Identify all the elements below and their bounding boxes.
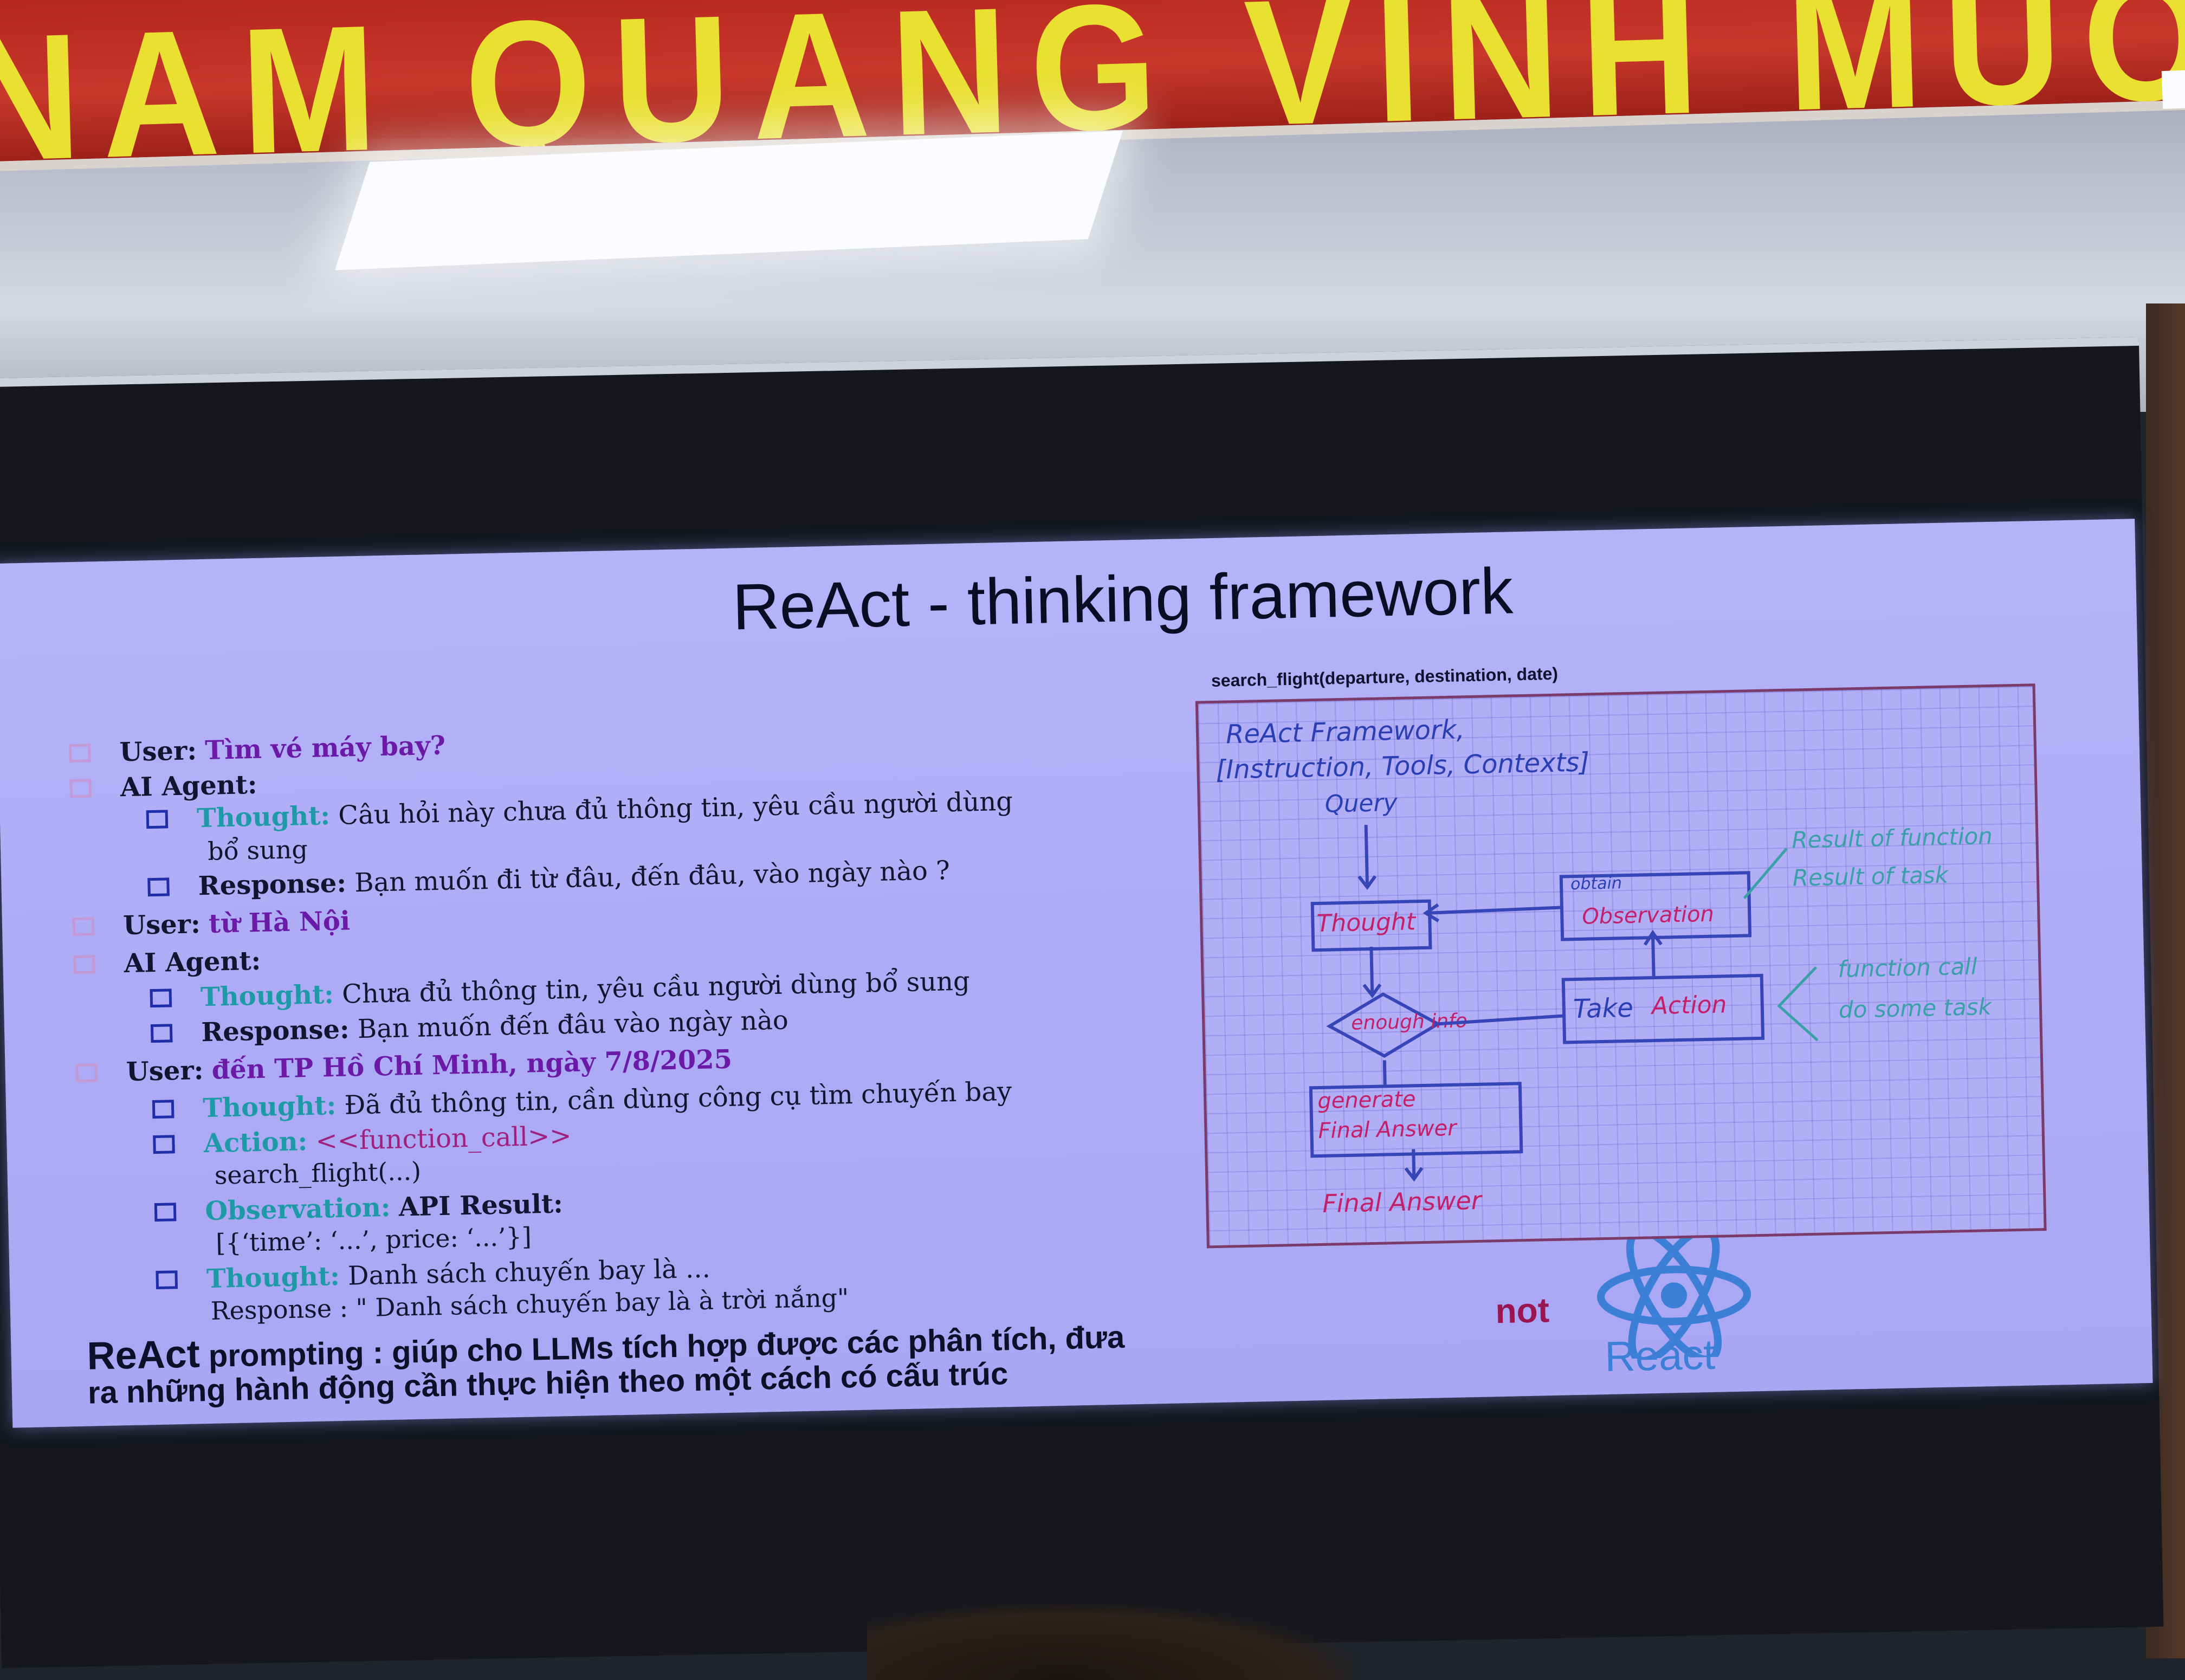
list-item-action: Action: <<function_call>> <box>153 1121 572 1160</box>
list-item-user-3: User: đến TP Hồ Chí Minh, ngày 7/8/2025 <box>75 1044 733 1088</box>
checkbox-icon <box>147 877 170 896</box>
checkbox-icon <box>73 954 95 974</box>
checkbox-icon <box>154 1202 177 1222</box>
list-item-user-2: User: từ Hà Nội <box>72 906 351 942</box>
list-item-observation: Observation: API Result: <box>154 1188 564 1227</box>
checkbox-icon <box>150 1023 173 1043</box>
react-logo-label: React <box>1604 1330 1716 1381</box>
thought-1-continued: bổ sung <box>207 835 308 866</box>
slide-title: ReAct - thinking framework <box>732 554 1514 644</box>
checkbox-icon <box>68 743 91 763</box>
diagram-arrows <box>1357 825 1819 1182</box>
diagram-caption: search_flight(departure, destination, da… <box>1211 663 1559 691</box>
checkbox-icon <box>152 1099 174 1119</box>
list-item-response-2: Response: Bạn muốn đến đâu vào ngày nào <box>150 1005 789 1049</box>
presentation-slide: ReAct - thinking framework User: Tìm vé … <box>0 519 2153 1428</box>
list-item-user-1: User: Tìm vé máy bay? <box>68 731 446 769</box>
audience-heads <box>867 1604 1355 1680</box>
checkbox-icon <box>72 916 95 936</box>
action-continued: search_flight(...) <box>214 1156 422 1190</box>
whiteboard-diagram: ReAct Framework, [Instruction, Tools, Co… <box>1195 683 2047 1249</box>
list-item-agent-1: AI Agent: <box>69 770 257 804</box>
checkbox-icon <box>150 988 172 1007</box>
list-item-agent-2: AI Agent: <box>73 946 261 980</box>
not-label: not <box>1495 1290 1550 1331</box>
list-item-thought-2: Thought: Chưa đủ thông tin, yêu cầu ngườ… <box>150 966 970 1013</box>
ceiling-light-small <box>2161 69 2185 109</box>
checkbox-icon <box>146 809 169 829</box>
checkbox-icon <box>69 778 92 798</box>
list-item-thought-1: Thought: Câu hỏi này chưa đủ thông tin, … <box>146 786 1013 835</box>
observation-continued: [{‘time’: ‘...’, price: ‘...’}] <box>215 1222 532 1258</box>
checkbox-icon <box>153 1134 175 1154</box>
checkbox-icon <box>156 1270 178 1289</box>
checkbox-icon <box>75 1063 98 1082</box>
